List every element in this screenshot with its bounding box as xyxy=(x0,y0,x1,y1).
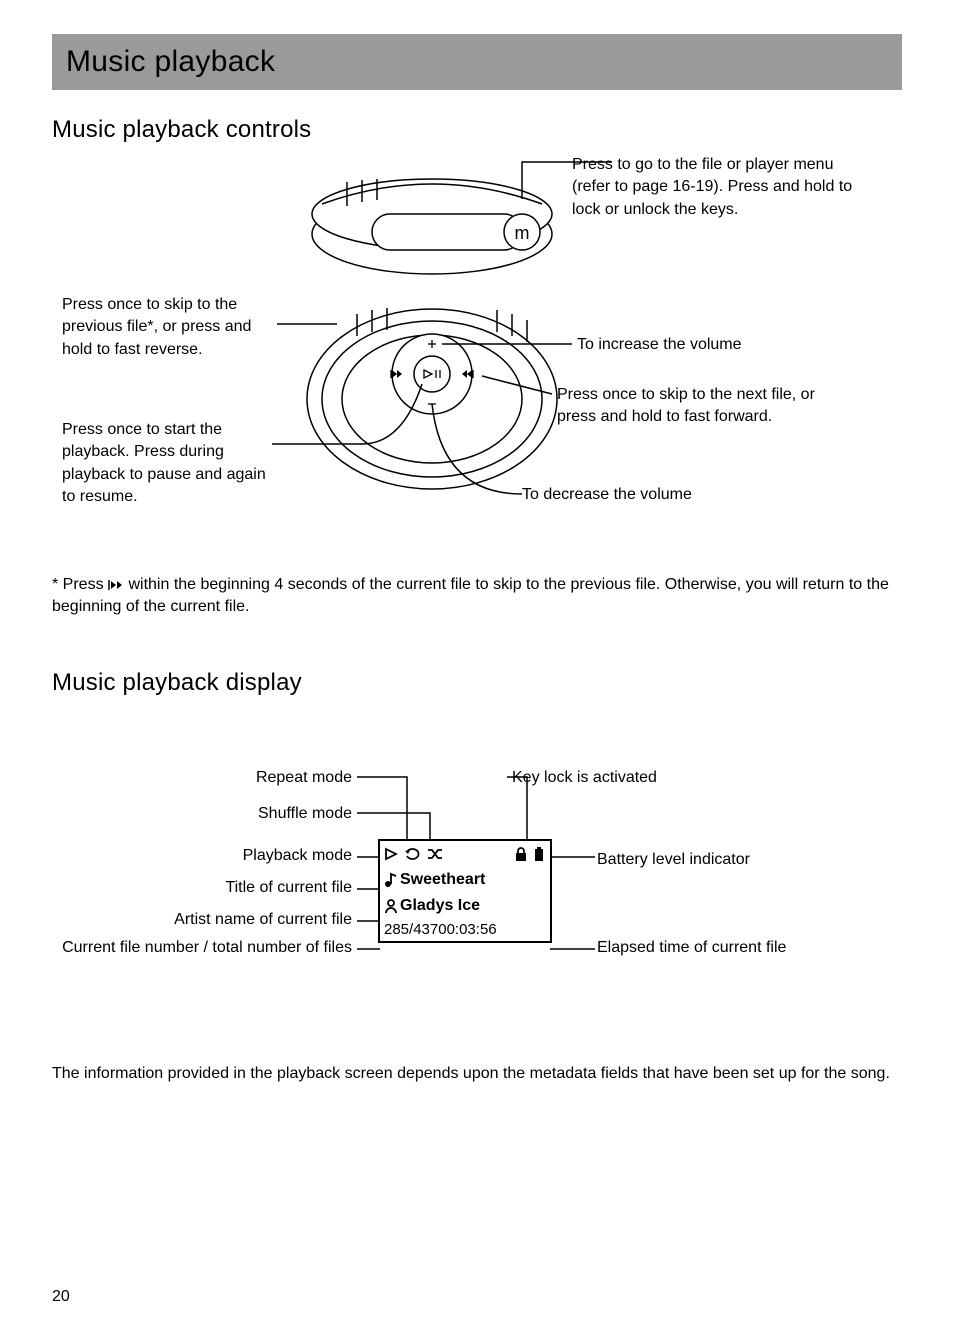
screen-file-count: 285/437 xyxy=(384,921,438,938)
callout-menu: Press to go to the file or player menu (… xyxy=(572,154,872,221)
label-artist: Artist name of current file xyxy=(52,909,352,931)
leader-prev xyxy=(277,314,377,384)
footnote-suffix: within the beginning 4 seconds of the cu… xyxy=(52,576,889,615)
closing-paragraph: The information provided in the playback… xyxy=(52,1063,902,1085)
callout-play: Press once to start the playback. Press … xyxy=(62,419,282,509)
label-repeat: Repeat mode xyxy=(52,767,352,789)
screen-artist: Gladys Ice xyxy=(400,897,480,915)
page-number: 20 xyxy=(52,1288,70,1306)
person-icon xyxy=(384,898,398,914)
footnote-prefix: * Press xyxy=(52,576,108,593)
screen-elapsed: 00:03:56 xyxy=(438,921,496,938)
controls-diagram: m Press to go to the file or player menu… xyxy=(52,154,902,564)
callout-prev: Press once to skip to the previous file*… xyxy=(62,294,282,361)
skip-previous-inline-icon xyxy=(108,579,124,591)
callout-vol-up: To increase the volume xyxy=(577,334,837,356)
leader-battery xyxy=(550,853,600,863)
leader-vol-up xyxy=(442,334,582,354)
play-mode-icon xyxy=(384,846,400,862)
repeat-icon xyxy=(404,846,422,862)
leader-filecount xyxy=(352,945,382,955)
battery-icon xyxy=(532,846,546,862)
leader-play xyxy=(272,434,422,524)
label-battery: Battery level indicator xyxy=(597,849,750,871)
lock-icon xyxy=(514,846,528,862)
section-heading-display: Music playback display xyxy=(52,669,902,697)
callout-next: Press once to skip to the next file, or … xyxy=(557,384,817,429)
label-playback: Playback mode xyxy=(52,845,352,867)
shuffle-icon xyxy=(426,846,444,862)
screen-title: Sweetheart xyxy=(400,871,485,889)
label-shuffle: Shuffle mode xyxy=(52,803,352,825)
leader-elapsed xyxy=(550,945,600,955)
leader-next xyxy=(482,374,562,404)
section-heading-controls: Music playback controls xyxy=(52,116,902,144)
display-diagram: Repeat mode Shuffle mode Playback mode T… xyxy=(52,733,902,1033)
label-filecount: Current file number / total number of fi… xyxy=(52,937,352,959)
page-banner: Music playback xyxy=(52,34,902,90)
label-elapsed: Elapsed time of current file xyxy=(597,937,786,959)
music-note-icon xyxy=(384,872,398,888)
footnote-text: * Press within the beginning 4 seconds o… xyxy=(52,574,902,619)
label-title: Title of current file xyxy=(52,877,352,899)
banner-title: Music playback xyxy=(66,45,275,79)
leader-vol-down xyxy=(432,414,532,504)
callout-vol-down: To decrease the volume xyxy=(522,484,782,506)
player-screen: Sweetheart Gladys Ice 285/437 00:03:56 xyxy=(378,839,552,943)
